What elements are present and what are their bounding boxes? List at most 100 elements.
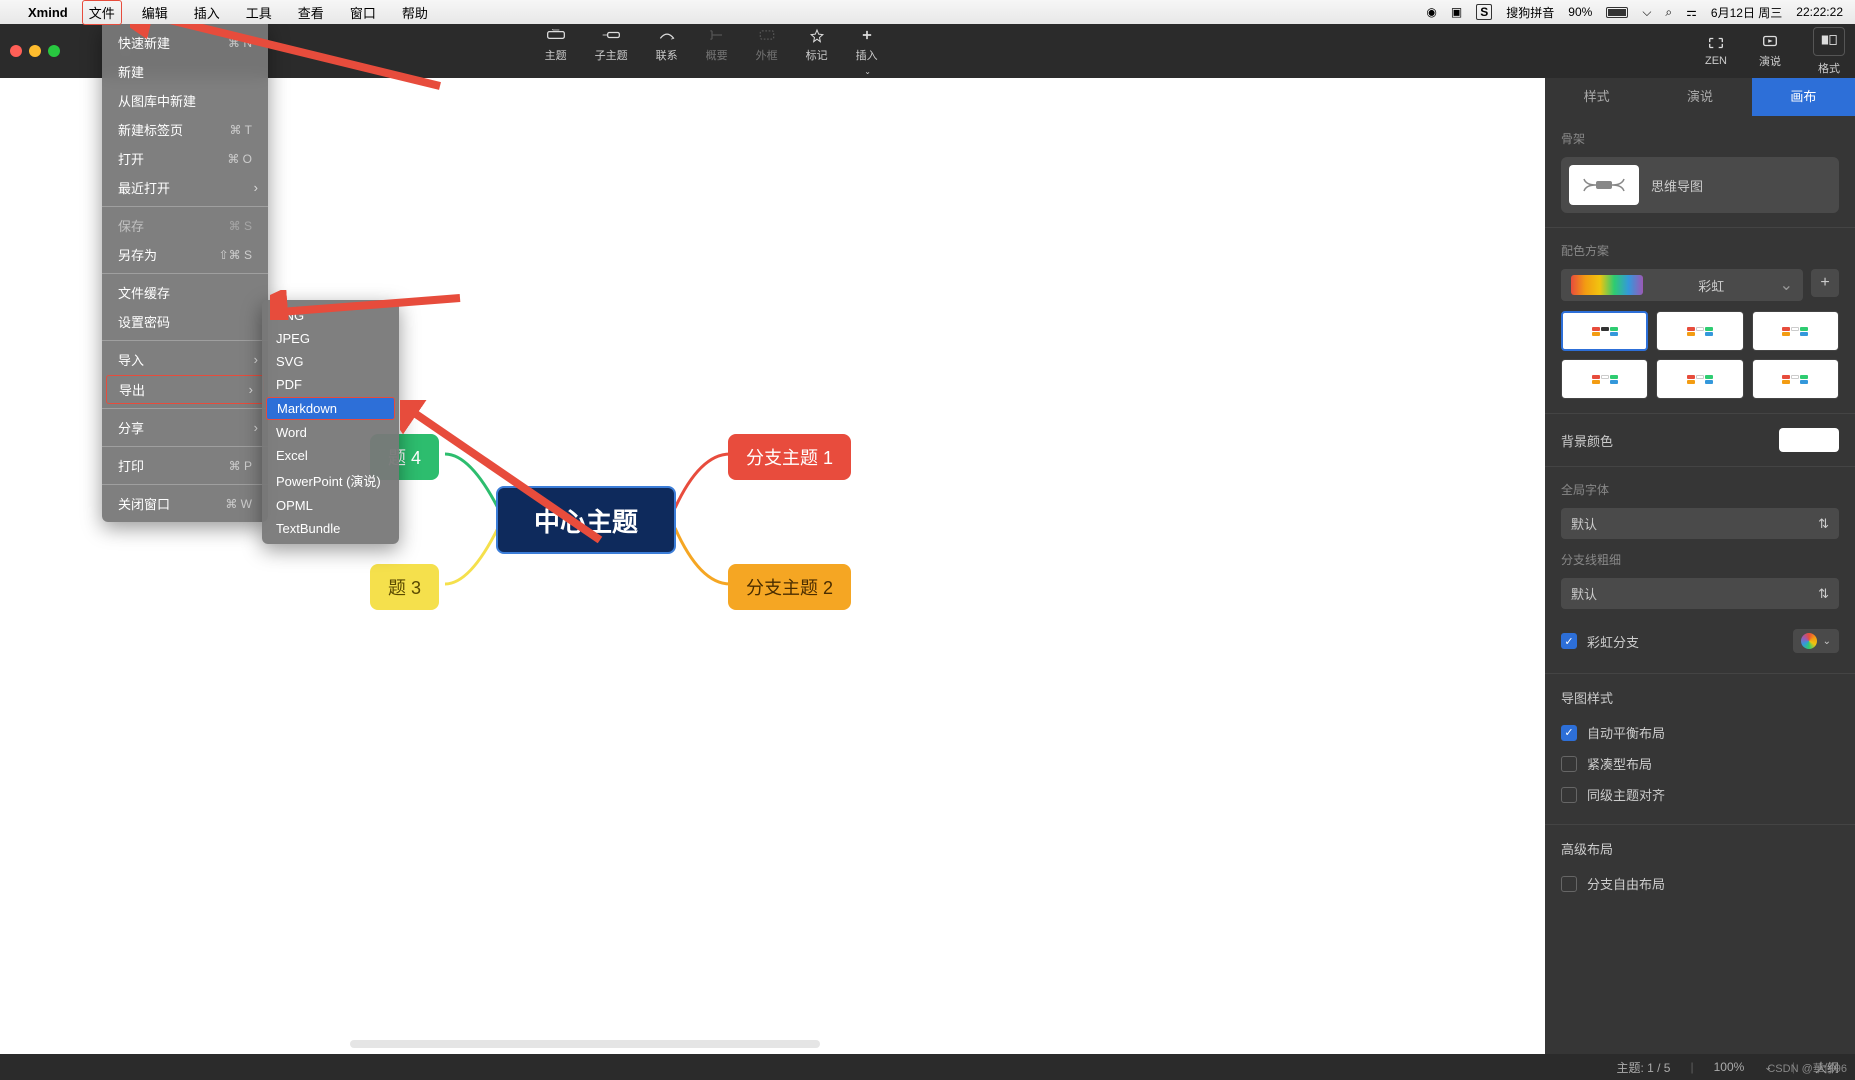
export-option-markdown[interactable]: Markdown bbox=[266, 397, 395, 420]
topic-button[interactable]: 主题 bbox=[545, 27, 567, 76]
ime-icon[interactable]: S bbox=[1476, 4, 1492, 20]
menu-view[interactable]: 查看 bbox=[292, 1, 330, 24]
menu-item-设置密码[interactable]: 设置密码 bbox=[102, 307, 268, 336]
export-option-pdf[interactable]: PDF bbox=[262, 373, 399, 396]
palette-selector[interactable]: 彩虹 bbox=[1561, 269, 1803, 301]
export-option-png[interactable]: PNG bbox=[262, 304, 399, 327]
app-name[interactable]: Xmind bbox=[28, 5, 68, 20]
toolbar-center-group: 主题 子主题 联系 概要 外框 标记 插入⌄ bbox=[545, 27, 878, 76]
menu-item-文件缓存[interactable]: 文件缓存 bbox=[102, 278, 268, 307]
palette-label: 配色方案 bbox=[1561, 242, 1839, 259]
free-branch-checkbox[interactable] bbox=[1561, 876, 1577, 892]
globalfont-label: 全局字体 bbox=[1561, 481, 1839, 498]
export-submenu: PNGJPEGSVGPDFMarkdownWordExcelPowerPoint… bbox=[262, 300, 399, 544]
export-option-jpeg[interactable]: JPEG bbox=[262, 327, 399, 350]
tab-canvas[interactable]: 画布 bbox=[1752, 78, 1855, 116]
theme-swatch-1[interactable] bbox=[1561, 311, 1648, 351]
export-option-word[interactable]: Word bbox=[262, 421, 399, 444]
bgcolor-label: 背景颜色 bbox=[1561, 431, 1613, 450]
window-traffic-lights[interactable] bbox=[10, 45, 60, 57]
menu-item-打印[interactable]: 打印⌘ P bbox=[102, 451, 268, 480]
close-window-icon[interactable] bbox=[10, 45, 22, 57]
center-topic-node[interactable]: 中心主题 bbox=[496, 486, 676, 554]
export-option-excel[interactable]: Excel bbox=[262, 444, 399, 467]
maximize-window-icon[interactable] bbox=[48, 45, 60, 57]
menu-item-导出[interactable]: 导出 bbox=[106, 375, 264, 404]
zen-button[interactable]: ZEN bbox=[1705, 35, 1727, 67]
export-option-opml[interactable]: OPML bbox=[262, 494, 399, 517]
bgcolor-swatch[interactable] bbox=[1779, 428, 1839, 452]
structure-name: 思维导图 bbox=[1651, 176, 1819, 195]
export-option-textbundle[interactable]: TextBundle bbox=[262, 517, 399, 540]
export-option-svg[interactable]: SVG bbox=[262, 350, 399, 373]
subtopic-button[interactable]: 子主题 bbox=[595, 27, 628, 76]
menu-window[interactable]: 窗口 bbox=[344, 1, 382, 24]
menu-edit[interactable]: 编辑 bbox=[136, 1, 174, 24]
battery-icon[interactable] bbox=[1606, 7, 1628, 18]
auto-balance-checkbox[interactable] bbox=[1561, 725, 1577, 741]
menu-item-从图库中新建[interactable]: 从图库中新建 bbox=[102, 86, 268, 115]
wifi-icon[interactable]: ⌵ bbox=[1642, 5, 1651, 20]
boundary-button[interactable]: 外框 bbox=[756, 27, 778, 76]
horizontal-scrollbar[interactable] bbox=[350, 1040, 820, 1048]
app-toolbar: 思 主题 子主题 联系 概要 外框 标记 插入⌄ ZEN 演说 格式 bbox=[0, 24, 1855, 78]
minimize-window-icon[interactable] bbox=[29, 45, 41, 57]
menubar-right: ◉ ▣ S 搜狗拼音 90% ⌵ ⌕ ⚎ 6月12日 周三 22:22:22 bbox=[1426, 4, 1843, 21]
control-center-icon[interactable]: ⚎ bbox=[1686, 5, 1697, 19]
theme-swatch-4[interactable] bbox=[1561, 359, 1648, 399]
menu-item-保存[interactable]: 保存⌘ S bbox=[102, 211, 268, 240]
compact-label: 紧凑型布局 bbox=[1587, 754, 1652, 773]
theme-swatch-5[interactable] bbox=[1656, 359, 1743, 399]
macos-menubar: Xmind 文件 编辑 插入 工具 查看 窗口 帮助 ◉ ▣ S 搜狗拼音 90… bbox=[0, 0, 1855, 24]
menu-help[interactable]: 帮助 bbox=[396, 1, 434, 24]
theme-swatch-6[interactable] bbox=[1752, 359, 1839, 399]
export-option-powerpoint (演说)[interactable]: PowerPoint (演说) bbox=[262, 467, 399, 494]
rainbow-wheel-icon bbox=[1801, 633, 1817, 649]
time-label: 22:22:22 bbox=[1796, 5, 1843, 19]
menu-item-另存为[interactable]: 另存为⇧⌘ S bbox=[102, 240, 268, 269]
menu-item-导入[interactable]: 导入 bbox=[102, 345, 268, 374]
zoom-level[interactable]: 100% bbox=[1714, 1060, 1745, 1074]
menu-tools[interactable]: 工具 bbox=[240, 1, 278, 24]
menu-item-最近打开[interactable]: 最近打开 bbox=[102, 173, 268, 202]
menu-item-分享[interactable]: 分享 bbox=[102, 413, 268, 442]
branch-topic-1-node[interactable]: 分支主题 1 bbox=[728, 434, 851, 480]
branch-topic-2-node[interactable]: 分支主题 2 bbox=[728, 564, 851, 610]
format-panel: 样式 演说 画布 骨架 思维导图 配色方案 彩虹 + bbox=[1545, 78, 1855, 1054]
rainbow-branch-checkbox[interactable] bbox=[1561, 633, 1577, 649]
tab-style[interactable]: 样式 bbox=[1545, 78, 1648, 116]
pitch-button[interactable]: 演说 bbox=[1759, 33, 1781, 69]
tab-pitch[interactable]: 演说 bbox=[1648, 78, 1751, 116]
compact-checkbox[interactable] bbox=[1561, 756, 1577, 772]
updown-icon: ⇅ bbox=[1818, 516, 1829, 532]
wechat-icon[interactable]: ◉ bbox=[1426, 5, 1436, 19]
auto-balance-label: 自动平衡布局 bbox=[1587, 723, 1665, 742]
menu-file[interactable]: 文件 bbox=[82, 0, 122, 25]
summary-button[interactable]: 概要 bbox=[706, 27, 728, 76]
menu-insert[interactable]: 插入 bbox=[188, 1, 226, 24]
menu-item-新建标签页[interactable]: 新建标签页⌘ T bbox=[102, 115, 268, 144]
menu-item-打开[interactable]: 打开⌘ O bbox=[102, 144, 268, 173]
spotlight-icon[interactable]: ⌕ bbox=[1665, 5, 1672, 20]
menu-item-新建[interactable]: 新建 bbox=[102, 57, 268, 86]
menu-item-快速新建[interactable]: 快速新建⌘ N bbox=[102, 28, 268, 57]
globalfont-selector[interactable]: 默认 ⇅ bbox=[1561, 508, 1839, 539]
insert-button[interactable]: 插入⌄ bbox=[856, 27, 878, 76]
branchwidth-selector[interactable]: 默认 ⇅ bbox=[1561, 578, 1839, 609]
same-level-checkbox[interactable] bbox=[1561, 787, 1577, 803]
topic-count: 主题: 1 / 5 bbox=[1616, 1059, 1670, 1076]
rainbow-branch-label: 彩虹分支 bbox=[1587, 632, 1639, 651]
theme-swatch-3[interactable] bbox=[1752, 311, 1839, 351]
menu-item-关闭窗口[interactable]: 关闭窗口⌘ W bbox=[102, 489, 268, 518]
format-button[interactable]: 格式 bbox=[1813, 27, 1845, 76]
display-icon[interactable]: ▣ bbox=[1451, 5, 1462, 19]
structure-selector[interactable]: 思维导图 bbox=[1561, 157, 1839, 213]
mapstyle-label: 导图样式 bbox=[1561, 688, 1839, 707]
theme-swatch-2[interactable] bbox=[1656, 311, 1743, 351]
file-dropdown-menu: 快速新建⌘ N新建从图库中新建新建标签页⌘ T打开⌘ O最近打开保存⌘ S另存为… bbox=[102, 24, 268, 522]
add-palette-button[interactable]: + bbox=[1811, 269, 1839, 297]
marker-button[interactable]: 标记 bbox=[806, 27, 828, 76]
rainbow-color-picker[interactable]: ⌄ bbox=[1793, 629, 1839, 653]
relationship-button[interactable]: 联系 bbox=[656, 27, 678, 76]
branch-topic-3-node[interactable]: 题 3 bbox=[370, 564, 439, 610]
